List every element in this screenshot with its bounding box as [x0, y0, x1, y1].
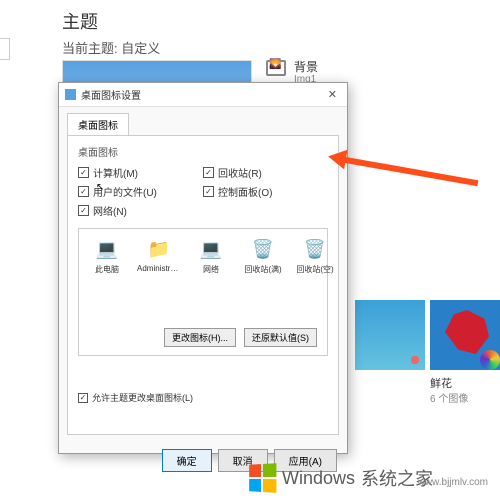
- checkbox-label: 计算机(M): [93, 165, 138, 180]
- tab-desktop-icons[interactable]: 桌面图标: [67, 113, 129, 135]
- checkbox-control-panel[interactable]: ✓ 控制面板(O): [203, 184, 328, 199]
- page-title: 主题: [62, 8, 98, 34]
- restore-default-button[interactable]: 还原默认值(S): [244, 328, 317, 347]
- checkbox-icon: ✓: [203, 167, 214, 178]
- checkbox-icon: ✓: [78, 186, 89, 197]
- ok-button[interactable]: 确定: [162, 449, 212, 472]
- recycle-full-icon: 🗑️: [251, 237, 275, 261]
- checkbox-label: 允许主题更改桌面图标(L): [92, 391, 193, 404]
- icon-label: 回收站(满): [241, 264, 285, 275]
- search-input[interactable]: [0, 38, 10, 60]
- checkbox-label: 网络(N): [93, 203, 127, 218]
- checkbox-icon: ✓: [78, 167, 89, 178]
- theme-image-count: 6 个图像: [430, 390, 468, 405]
- theme-name: 鲜花: [430, 375, 452, 391]
- icon-label: 回收站(空): [293, 264, 337, 275]
- image-icon: [266, 60, 286, 76]
- checkbox-recycle-bin[interactable]: ✓ 回收站(R): [203, 165, 328, 180]
- icon-preview-list: 💻 此电脑 📁 Administrat... 💻 网络 🗑️ 回收站(满) 🗑️: [78, 228, 328, 356]
- dialog-icon: [65, 89, 76, 100]
- close-button[interactable]: ✕: [324, 88, 341, 101]
- watermark-text: Windows: [282, 468, 355, 489]
- icon-label: 网络: [189, 264, 233, 275]
- icon-item-user[interactable]: 📁 Administrat...: [137, 237, 181, 275]
- checkbox-icon: ✓: [78, 205, 89, 216]
- icon-item-this-pc[interactable]: 💻 此电脑: [85, 237, 129, 275]
- recycle-empty-icon: 🗑️: [303, 237, 327, 261]
- windows-logo-icon: [249, 463, 276, 493]
- change-icon-button[interactable]: 更改图标(H)...: [164, 328, 236, 347]
- checkbox-label: 用户的文件(U): [93, 184, 157, 199]
- icon-item-network[interactable]: 💻 网络: [189, 237, 233, 275]
- checkbox-icon: ✓: [78, 393, 88, 403]
- checkbox-computer[interactable]: ✓ 计算机(M): [78, 165, 203, 180]
- dialog-titlebar: 桌面图标设置 ✕: [59, 83, 347, 107]
- network-icon: 💻: [199, 237, 223, 261]
- theme-color-wheel: [480, 350, 500, 370]
- icon-label: 此电脑: [85, 264, 129, 275]
- watermark: Windows 系统之家: [248, 464, 433, 492]
- icon-item-recycle-full[interactable]: 🗑️ 回收站(满): [241, 237, 285, 275]
- background-label[interactable]: 背景: [294, 58, 318, 75]
- watermark-url: www.bjjmlv.com: [418, 477, 488, 488]
- checkbox-label: 控制面板(O): [218, 184, 272, 199]
- current-theme-label: 当前主题: 自定义: [62, 38, 160, 57]
- checkbox-allow-theme-change[interactable]: ✓ 允许主题更改桌面图标(L): [78, 391, 193, 404]
- checkbox-network[interactable]: ✓ 网络(N): [78, 203, 328, 218]
- theme-color-dot: [405, 350, 425, 370]
- checkbox-icon: ✓: [203, 186, 214, 197]
- desktop-icons-dialog: 桌面图标设置 ✕ 桌面图标 桌面图标 ✓ 计算机(M) ✓ 回收站(R) ✓ 用…: [58, 82, 348, 454]
- checkbox-user-files[interactable]: ✓ 用户的文件(U): [78, 184, 203, 199]
- icon-item-recycle-empty[interactable]: 🗑️ 回收站(空): [293, 237, 337, 275]
- dialog-title: 桌面图标设置: [81, 87, 324, 102]
- dialog-body: 桌面图标 ✓ 计算机(M) ✓ 回收站(R) ✓ 用户的文件(U) ✓ 控制面板…: [67, 135, 339, 435]
- pc-icon: 💻: [95, 237, 119, 261]
- folder-icon: 📁: [147, 237, 171, 261]
- checkbox-label: 回收站(R): [218, 165, 262, 180]
- icon-label: Administrat...: [137, 264, 181, 273]
- group-label: 桌面图标: [78, 144, 328, 159]
